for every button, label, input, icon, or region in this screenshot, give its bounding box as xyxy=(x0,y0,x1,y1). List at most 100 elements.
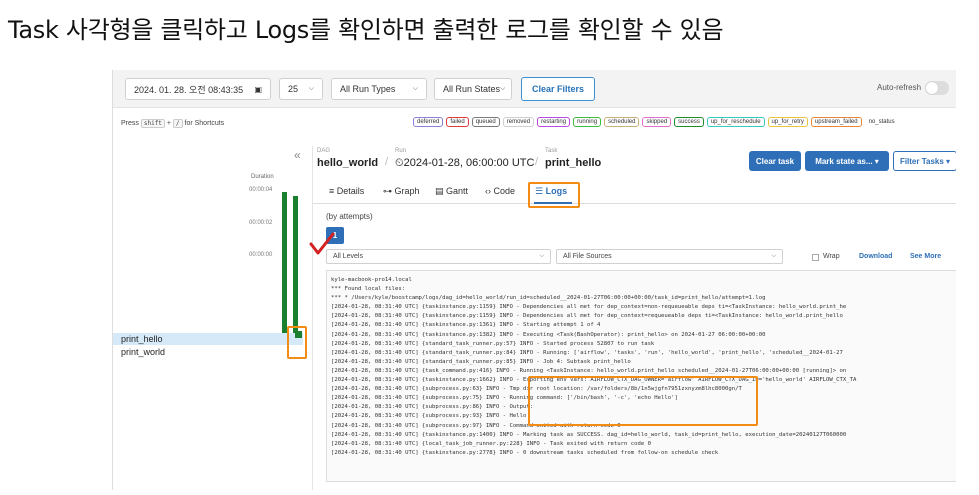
breadcrumb-separator: / xyxy=(385,156,389,168)
clear-task-button[interactable]: Clear task xyxy=(749,151,801,171)
run-crumb-label: Run xyxy=(395,148,407,154)
shortcut-key-shift: shift xyxy=(140,119,165,128)
tab-graph-label: Graph xyxy=(394,186,420,196)
chevron-down-icon: ⌵ xyxy=(539,253,544,259)
duration-tick: 00:00:00 xyxy=(249,252,273,258)
auto-refresh-toggle[interactable] xyxy=(925,81,949,95)
run-types-select[interactable]: All Run Types ⌵ xyxy=(331,78,427,100)
duration-label: Duration xyxy=(251,174,274,180)
filter-tasks-label: Filter Tasks xyxy=(899,156,944,166)
checkmark-icon xyxy=(309,232,335,255)
log-line: [2024-01-28, 08:31:40 UTC] {standard_tas… xyxy=(331,340,655,347)
tab-code[interactable]: ‹› Code xyxy=(485,186,515,196)
tab-gantt[interactable]: ▤ Gantt xyxy=(435,186,468,197)
detail-tabs: ≡ Details ⊶ Graph ▤ Gantt ‹› Code ☰ Logs xyxy=(313,180,956,204)
state-chip-upstream-failed: upstream_failed xyxy=(810,117,862,127)
state-legend: deferred failed queued removed restarting run… xyxy=(413,117,899,127)
log-line: [2024-01-28, 08:31:40 UTC] {taskinstance… xyxy=(331,304,847,311)
gantt-icon: ▤ xyxy=(435,186,447,196)
log-line: [2024-01-28, 08:31:40 UTC] {taskinstance… xyxy=(331,313,843,320)
highlight-box-logs-tab xyxy=(528,182,580,208)
state-chip-restarting: restarting xyxy=(537,117,571,127)
run-crumb-value[interactable]: ⏲2024-01-28, 06:00:00 UTC xyxy=(395,157,534,170)
state-chip-up-for-reschedule: up_for_reschedule xyxy=(706,117,765,127)
state-chip-no-status: no_status xyxy=(864,117,899,127)
log-line: *** Found local files: xyxy=(331,286,406,293)
log-line: [2024-01-28, 08:31:40 UTC] {standard_tas… xyxy=(331,358,631,365)
shortcut-press: Press xyxy=(121,120,139,127)
date-value: 2024. 01. 28. 오전 08:43:35 xyxy=(134,84,244,95)
state-chip-removed: removed xyxy=(502,117,535,127)
state-chip-queued: queued xyxy=(471,117,500,127)
task-crumb-label: Task xyxy=(545,148,558,154)
highlight-box-log-output xyxy=(528,376,758,426)
shortcut-suffix: for Shortcuts xyxy=(184,120,225,127)
log-line: [2024-01-28, 08:31:40 UTC] {standard_tas… xyxy=(331,349,843,356)
log-line: kyle-macbook-pro14.local xyxy=(331,277,412,283)
task-crumb-value[interactable]: print_hello xyxy=(545,157,601,169)
state-chip-deferred: deferred xyxy=(413,117,444,127)
log-line: [2024-01-28, 08:31:40 UTC] {taskinstance… xyxy=(331,431,847,438)
collapse-grid-icon[interactable]: « xyxy=(294,148,301,162)
state-chip-scheduled: scheduled xyxy=(604,117,640,127)
duration-tick: 00:00:04 xyxy=(249,187,273,193)
log-source-select[interactable]: All File Sources ⌵ xyxy=(556,249,783,264)
breadcrumb-separator: / xyxy=(535,156,539,168)
log-source-value: All File Sources xyxy=(563,253,612,260)
run-count-value: 25 xyxy=(288,84,299,94)
log-line: [2024-01-28, 08:31:40 UTC] {task_command… xyxy=(331,367,847,374)
log-line: [2024-01-28, 08:31:40 UTC] {taskinstance… xyxy=(331,449,719,456)
filter-toolbar: 2024. 01. 28. 오전 08:43:35 ▣ 25 ⌵ All Run… xyxy=(113,70,956,108)
tab-details[interactable]: ≡ Details xyxy=(329,186,364,196)
wrap-label: Wrap xyxy=(823,253,840,260)
graph-icon: ⊶ xyxy=(383,186,395,196)
tab-code-label: Code xyxy=(493,186,516,196)
task-row-print-world[interactable]: print_world xyxy=(113,346,303,358)
log-line: *** * /Users/kyle/boostcamp/logs/dag_id=… xyxy=(331,295,766,302)
mark-state-label: Mark state as... xyxy=(815,156,873,166)
see-more-link[interactable]: See More xyxy=(910,253,941,260)
tab-gantt-label: Gantt xyxy=(446,186,469,196)
run-count-select[interactable]: 25 ⌵ xyxy=(279,78,323,100)
run-states-value: All Run States xyxy=(443,84,501,94)
log-level-value: All Levels xyxy=(333,253,363,260)
state-chip-skipped: skipped xyxy=(642,117,672,127)
calendar-icon: ▣ xyxy=(254,84,262,94)
chevron-down-icon: ⌵ xyxy=(500,85,506,92)
date-picker[interactable]: 2024. 01. 28. 오전 08:43:35 ▣ xyxy=(125,78,271,100)
log-line: [2024-01-28, 08:31:40 UTC] {taskinstance… xyxy=(331,322,601,329)
shortcut-hint: Press shift + / for Shortcuts xyxy=(121,119,224,128)
shortcut-key-slash: / xyxy=(172,119,183,128)
state-chip-failed: failed xyxy=(446,117,469,127)
wrap-checkbox[interactable] xyxy=(812,254,819,261)
chevron-down-icon: ⌵ xyxy=(308,85,314,92)
state-chip-running: running xyxy=(573,117,602,127)
log-level-select[interactable]: All Levels ⌵ xyxy=(326,249,551,264)
run-duration-bar[interactable] xyxy=(282,192,287,345)
duration-tick: 00:00:02 xyxy=(249,220,273,226)
dag-crumb-value[interactable]: hello_world xyxy=(317,157,378,169)
run-duration-bar[interactable] xyxy=(293,196,298,345)
clear-filters-button[interactable]: Clear Filters xyxy=(521,77,595,101)
tab-details-label: Details xyxy=(336,186,365,196)
task-row-print-hello[interactable]: print_hello xyxy=(113,333,303,345)
grid-pane: « Duration 00:00:04 00:00:02 00:00:00 pr… xyxy=(113,146,310,490)
shortcut-plus: + xyxy=(166,120,171,127)
details-icon: ≡ xyxy=(329,186,337,196)
mark-state-button[interactable]: Mark state as... ▾ xyxy=(805,151,889,171)
log-line: [2024-01-28, 08:31:40 UTC] {taskinstance… xyxy=(331,331,766,338)
filter-tasks-button[interactable]: Filter Tasks ▾ xyxy=(893,151,956,171)
tab-graph[interactable]: ⊶ Graph xyxy=(383,186,420,197)
run-crumb-text: 2024-01-28, 06:00:00 UTC xyxy=(403,157,535,169)
attempts-label: (by attempts) xyxy=(326,212,373,221)
dag-crumb-label: DAG xyxy=(317,148,331,154)
chevron-down-icon: ⌵ xyxy=(412,85,418,92)
details-pane: DAG hello_world / Run ⏲2024-01-28, 06:00… xyxy=(312,146,956,490)
run-states-select[interactable]: All Run States ⌵ xyxy=(434,78,512,100)
caption-text: Task 사각형을 클릭하고 Logs를 확인하면 출력한 로그를 확인할 수 … xyxy=(8,16,724,44)
run-types-value: All Run Types xyxy=(340,84,396,94)
highlight-box-task xyxy=(287,326,307,359)
clock-icon: ⏲ xyxy=(395,157,404,169)
airflow-window: 2024. 01. 28. 오전 08:43:35 ▣ 25 ⌵ All Run… xyxy=(112,70,956,490)
download-link[interactable]: Download xyxy=(859,253,892,260)
